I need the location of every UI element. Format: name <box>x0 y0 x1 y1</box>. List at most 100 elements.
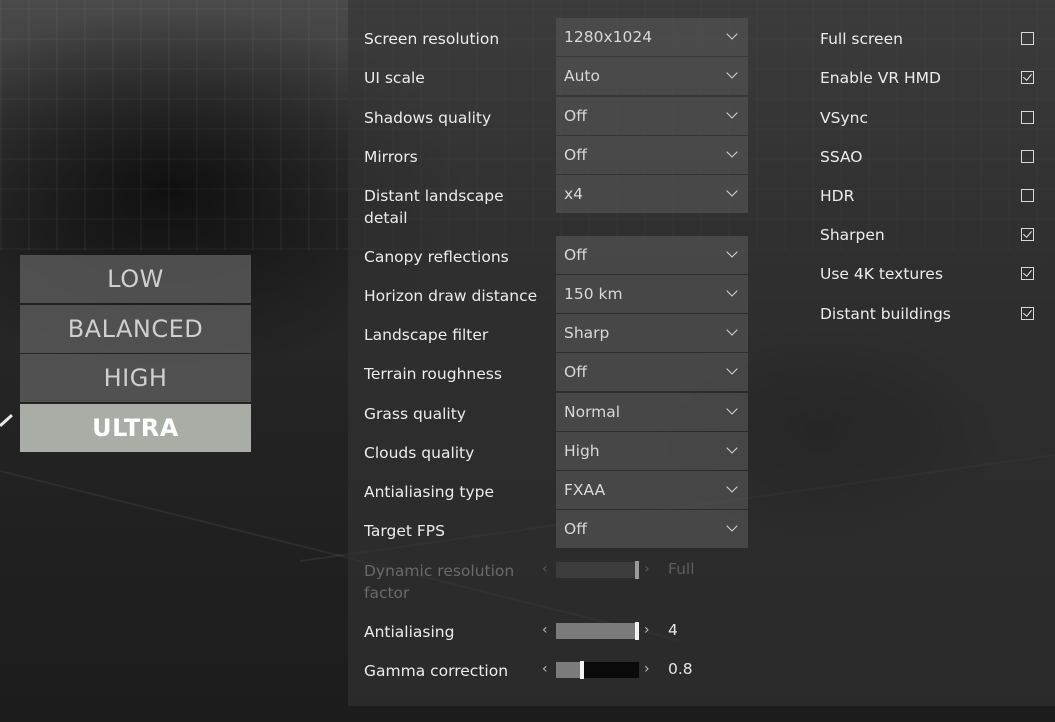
chevron-right-icon[interactable]: › <box>644 622 650 638</box>
setting-label: Landscape filter <box>364 326 489 344</box>
option-vsync: VSync <box>820 106 1045 136</box>
setting-label: Mirrors <box>364 148 418 166</box>
dynamic-resolution-slider[interactable]: ‹ › Full <box>542 559 782 581</box>
setting-label: Distant landscape detail <box>364 187 504 227</box>
setting-distant-landscape-detail: Distant landscape detail x4 <box>364 175 754 227</box>
setting-canopy-reflections: Canopy reflections Off <box>364 236 754 274</box>
option-label: Sharpen <box>820 226 885 244</box>
slider-track[interactable] <box>556 561 639 579</box>
dropdown-value: FXAA <box>564 481 606 499</box>
slider-track[interactable] <box>556 661 639 679</box>
slider-thumb[interactable] <box>580 661 584 679</box>
chevron-right-icon[interactable]: › <box>644 561 650 577</box>
dropdown-value: Auto <box>564 67 600 85</box>
distant-landscape-detail-dropdown[interactable]: x4 <box>556 175 748 213</box>
chevron-left-icon[interactable]: ‹ <box>542 561 548 577</box>
setting-grass-quality: Grass quality Normal <box>364 393 754 431</box>
setting-horizon-draw-distance: Horizon draw distance 150 km <box>364 275 754 313</box>
clouds-quality-dropdown[interactable]: High <box>556 432 748 470</box>
dropdown-value: Off <box>564 363 587 381</box>
checkmark-icon <box>1022 267 1032 277</box>
use-4k-textures-checkbox[interactable] <box>1021 267 1034 280</box>
ui-scale-dropdown[interactable]: Auto <box>556 57 748 95</box>
chevron-down-icon <box>726 67 738 79</box>
dropdown-value: x4 <box>564 185 584 203</box>
option-label: Use 4K textures <box>820 265 943 283</box>
dropdown-value: 150 km <box>564 285 623 303</box>
dropdown-value: High <box>564 442 600 460</box>
shadows-quality-dropdown[interactable]: Off <box>556 97 748 135</box>
setting-label: Clouds quality <box>364 444 475 462</box>
option-ssao: SSAO <box>820 145 1045 175</box>
setting-label: Antialiasing <box>364 623 455 641</box>
setting-antialiasing-type: Antialiasing type FXAA <box>364 471 754 509</box>
chevron-down-icon <box>726 324 738 336</box>
enable-vr-hmd-checkbox[interactable] <box>1021 71 1034 84</box>
dropdown-value: Off <box>564 146 587 164</box>
option-enable-vr-hmd: Enable VR HMD <box>820 66 1045 96</box>
chevron-left-icon[interactable]: ‹ <box>542 661 548 677</box>
setting-label: Dynamic resolution factor <box>364 562 515 602</box>
terrain-roughness-dropdown[interactable]: Off <box>556 353 748 391</box>
setting-mirrors: Mirrors Off <box>364 136 754 174</box>
option-hdr: HDR <box>820 184 1045 214</box>
slider-value: Full <box>668 560 695 578</box>
setting-label: Screen resolution <box>364 30 500 48</box>
setting-label: Antialiasing type <box>364 483 495 501</box>
slider-track[interactable] <box>556 622 639 640</box>
antialiasing-slider[interactable]: ‹ › 4 <box>542 620 782 642</box>
option-distant-buildings: Distant buildings <box>820 302 1045 332</box>
setting-label: Shadows quality <box>364 109 492 127</box>
antialiasing-type-dropdown[interactable]: FXAA <box>556 471 748 509</box>
chevron-down-icon <box>726 520 738 532</box>
landscape-filter-dropdown[interactable]: Sharp <box>556 314 748 352</box>
preset-ultra-button[interactable]: ULTRA <box>20 404 251 452</box>
setting-landscape-filter: Landscape filter Sharp <box>364 314 754 352</box>
horizon-draw-distance-dropdown[interactable]: 150 km <box>556 275 748 313</box>
setting-clouds-quality: Clouds quality High <box>364 432 754 470</box>
chevron-right-icon[interactable]: › <box>644 661 650 677</box>
option-label: HDR <box>820 187 855 205</box>
chevron-down-icon <box>726 146 738 158</box>
grass-quality-dropdown[interactable]: Normal <box>556 393 748 431</box>
full-screen-checkbox[interactable] <box>1021 32 1034 45</box>
canopy-reflections-dropdown[interactable]: Off <box>556 236 748 274</box>
setting-label: UI scale <box>364 69 425 87</box>
setting-gamma-correction: Gamma correction ‹ › 0.8 <box>364 650 754 688</box>
setting-label: Gamma correction <box>364 662 509 680</box>
slider-fill <box>556 662 582 678</box>
chevron-down-icon <box>726 185 738 197</box>
dropdown-value: Off <box>564 246 587 264</box>
chevron-left-icon[interactable]: ‹ <box>542 622 548 638</box>
dropdown-value: Sharp <box>564 324 610 342</box>
chevron-down-icon <box>726 246 738 258</box>
preset-balanced-button[interactable]: BALANCED <box>20 305 251 353</box>
hdr-checkbox[interactable] <box>1021 189 1034 202</box>
setting-ui-scale: UI scale Auto <box>364 57 754 95</box>
slider-thumb[interactable] <box>635 622 639 640</box>
slider-thumb[interactable] <box>635 561 639 579</box>
distant-buildings-checkbox[interactable] <box>1021 307 1034 320</box>
gamma-correction-slider[interactable]: ‹ › 0.8 <box>542 659 782 681</box>
checkmark-icon <box>1022 71 1032 81</box>
dropdown-value: 1280x1024 <box>564 28 653 46</box>
slider-fill <box>556 562 637 578</box>
ssao-checkbox[interactable] <box>1021 150 1034 163</box>
sharpen-checkbox[interactable] <box>1021 228 1034 241</box>
option-use-4k-textures: Use 4K textures <box>820 262 1045 292</box>
vsync-checkbox[interactable] <box>1021 111 1034 124</box>
setting-label: Canopy reflections <box>364 248 509 266</box>
checkmark-icon <box>1022 307 1032 317</box>
screen-resolution-dropdown[interactable]: 1280x1024 <box>556 18 748 56</box>
setting-dynamic-resolution-factor: Dynamic resolution factor ‹ › Full <box>364 550 754 602</box>
target-fps-dropdown[interactable]: Off <box>556 510 748 548</box>
mirrors-dropdown[interactable]: Off <box>556 136 748 174</box>
preset-high-button[interactable]: HIGH <box>20 354 251 402</box>
setting-label: Horizon draw distance <box>364 287 538 305</box>
option-label: SSAO <box>820 148 863 166</box>
option-sharpen: Sharpen <box>820 223 1045 253</box>
preset-low-button[interactable]: LOW <box>20 255 251 303</box>
pencil-icon <box>0 414 13 427</box>
setting-shadows-quality: Shadows quality Off <box>364 97 754 135</box>
setting-label: Grass quality <box>364 405 466 423</box>
